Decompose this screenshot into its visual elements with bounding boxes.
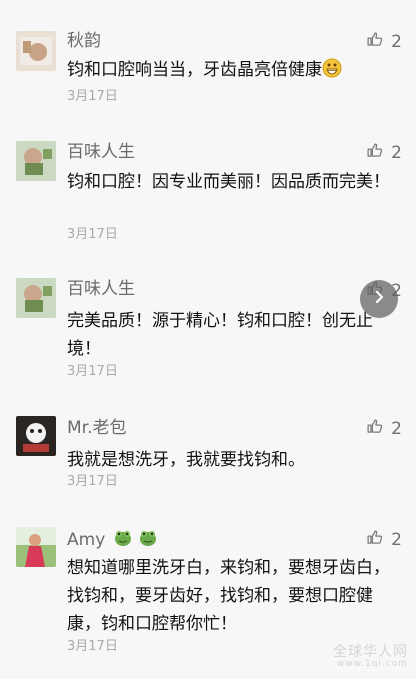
comment-text-content: 钧和口腔响当当，牙齿晶亮倍健康 [67, 60, 322, 80]
comment-author[interactable]: Mr.老包 [67, 417, 127, 439]
comment-author[interactable]: 百味人生 [67, 278, 135, 300]
grin-emoji [322, 58, 342, 78]
chevron-right-icon [371, 289, 387, 309]
green-frog-emoji [113, 528, 133, 548]
like-count: 2 [391, 419, 402, 439]
like-count: 2 [391, 32, 402, 52]
comment-text: 完美品质！源于精心！钧和口腔！创无止境！ [67, 311, 373, 359]
comment-text: 钧和口腔响当当，牙齿晶亮倍健康 [67, 56, 393, 84]
avatar[interactable] [16, 141, 56, 181]
avatar[interactable] [16, 31, 56, 71]
comment-date: 3月17日 [67, 474, 118, 489]
floating-next-button[interactable] [360, 280, 398, 318]
comment-date: 3月17日 [67, 364, 118, 379]
comment-author[interactable]: 百味人生 [67, 141, 135, 163]
like-control[interactable]: 2 [366, 529, 402, 551]
comment-author-name: Amy [67, 530, 106, 550]
watermark-main: 全球华人网 [333, 644, 408, 660]
like-control[interactable]: 2 [366, 418, 402, 440]
comment-text: 想知道哪里洗牙白，来钧和，要想牙齿白，找钧和，要牙齿好，找钧和，要想口腔健康，钧… [67, 558, 390, 634]
thumbs-up-icon[interactable] [366, 31, 383, 53]
thumbs-up-icon[interactable] [366, 142, 383, 164]
comment-text: 钧和口腔！因专业而美丽！因品质而完美！ [67, 172, 390, 192]
comment-date: 3月17日 [67, 227, 118, 242]
comment-date: 3月17日 [67, 639, 118, 654]
like-control[interactable]: 2 [366, 31, 402, 53]
like-control[interactable]: 2 [366, 142, 402, 164]
comment-page: 秋韵 2 钧和口腔响当当，牙齿晶亮倍健康 3月17日 百味人生 2 钧和口腔！因… [0, 0, 416, 679]
comment-date: 3月17日 [67, 89, 118, 104]
avatar[interactable] [16, 416, 56, 456]
comment-author[interactable]: Amy [67, 528, 158, 551]
like-count: 2 [391, 143, 402, 163]
thumbs-up-icon[interactable] [366, 529, 383, 551]
comment-author[interactable]: 秋韵 [67, 30, 101, 52]
avatar[interactable] [16, 527, 56, 567]
thumbs-up-icon[interactable] [366, 418, 383, 440]
watermark: 全球华人网 www.1qi.com [333, 645, 408, 669]
avatar[interactable] [16, 278, 56, 318]
comment-text: 我就是想洗牙，我就要找钧和。 [67, 450, 305, 470]
like-count: 2 [391, 530, 402, 550]
green-frog-emoji [138, 528, 158, 548]
watermark-sub: www.1qi.com [336, 659, 408, 669]
